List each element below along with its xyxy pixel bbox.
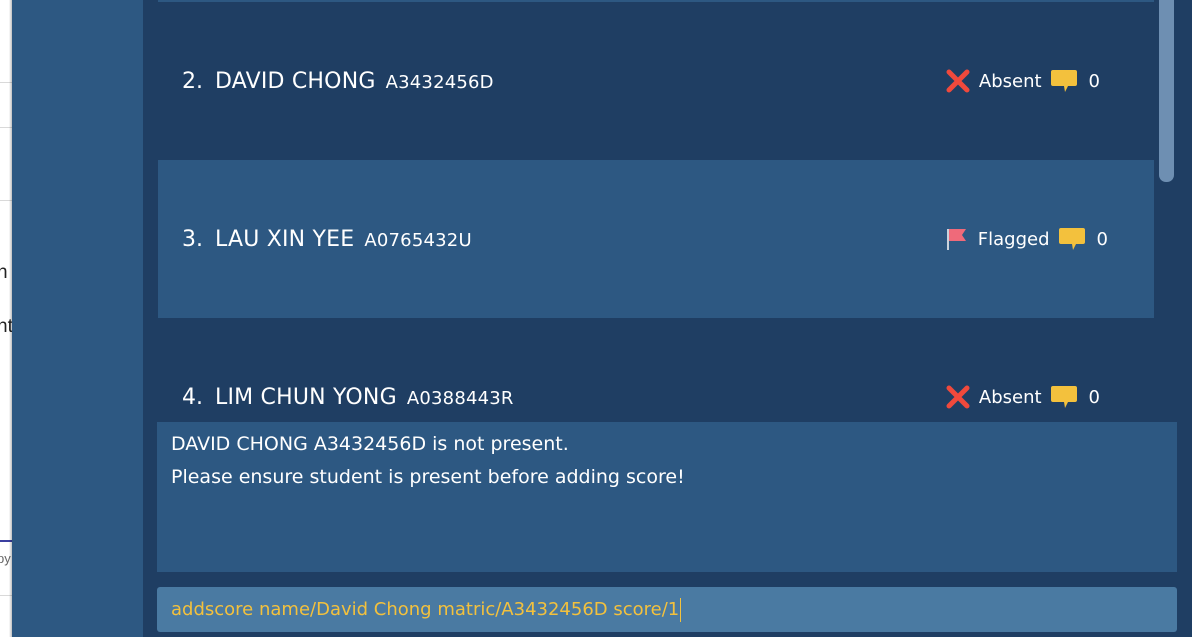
result-line: DAVID CHONG A3432456D is not present. [171, 433, 569, 455]
flag-icon [946, 229, 966, 250]
result-line: Please ensure student is present before … [171, 466, 685, 488]
status-label: Absent [978, 70, 1042, 92]
status-label: Flagged [977, 228, 1050, 250]
status-label: Absent [978, 386, 1042, 408]
background-text: n [0, 262, 8, 283]
comment-count: 0 [1096, 228, 1108, 250]
student-card[interactable]: 2. DAVID CHONG A3432456D Absent 0 [158, 2, 1154, 160]
result-display: DAVID CHONG A3432456D is not present. Pl… [157, 422, 1177, 572]
sidebar [12, 0, 143, 637]
student-card[interactable]: 4. LIM CHUN YONG A0388443R Absent 0 [158, 318, 1154, 422]
student-matric: A0765432U [364, 229, 472, 251]
comment-icon [1058, 228, 1085, 250]
attendance-status: Absent 0 [945, 384, 1100, 410]
comment-count: 0 [1088, 70, 1100, 92]
scrollbar-thumb[interactable] [1159, 0, 1174, 182]
cross-icon [946, 69, 970, 93]
attendance-status: Flagged 0 [944, 226, 1108, 252]
student-name: LIM CHUN YONG A0388443R [215, 384, 514, 410]
student-card[interactable]: 3. LAU XIN YEE A0765432U Flagged 0 [158, 160, 1154, 318]
attendance-status: Absent 0 [945, 68, 1100, 94]
student-matric: A3432456D [385, 71, 494, 93]
command-text[interactable]: addscore name/David Chong matric/A343245… [171, 599, 679, 620]
student-name: DAVID CHONG A3432456D [215, 68, 494, 94]
student-index: 4. [182, 384, 203, 410]
comment-count: 0 [1088, 386, 1100, 408]
background-window: n nt. py [0, 0, 12, 637]
cross-icon [946, 385, 970, 409]
student-list[interactable]: 2. DAVID CHONG A3432456D Absent 0 3. LAU … [143, 0, 1163, 422]
student-index: 3. [182, 226, 203, 252]
comment-icon [1050, 70, 1077, 92]
text-caret [680, 597, 682, 622]
command-input[interactable]: addscore name/David Chong matric/A343245… [157, 587, 1177, 632]
student-name: LAU XIN YEE A0765432U [215, 226, 472, 252]
student-index: 2. [182, 68, 203, 94]
comment-icon [1050, 386, 1077, 408]
student-matric: A0388443R [406, 387, 514, 409]
list-scrollbar[interactable] [1155, 0, 1177, 422]
